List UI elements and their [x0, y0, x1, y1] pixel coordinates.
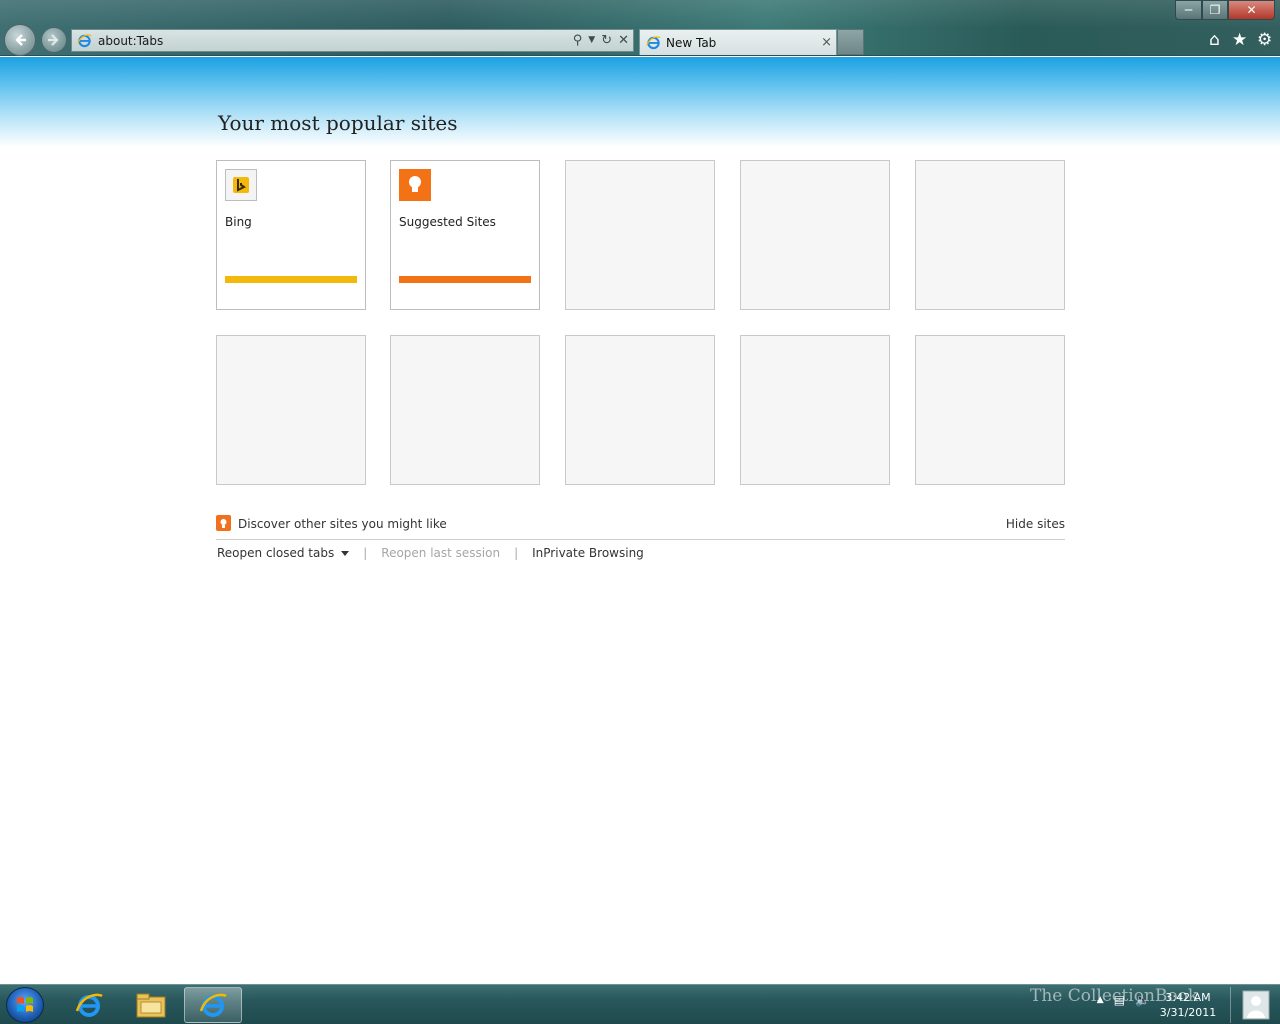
hide-sites-link[interactable]: Hide sites: [1006, 517, 1065, 531]
tile-empty[interactable]: [390, 335, 540, 485]
tile-empty[interactable]: [915, 335, 1065, 485]
tab-new-tab[interactable]: New Tab ×: [639, 29, 837, 55]
home-icon[interactable]: ⌂: [1207, 31, 1222, 49]
page-header-gradient: [0, 57, 1280, 147]
new-tab-button[interactable]: [837, 29, 864, 55]
discover-row: Discover other sites you might like Hide…: [216, 515, 1065, 540]
forward-button[interactable]: [41, 27, 67, 53]
taskbar: ▲ ▤ 🔈 3:42 AM 3/31/2011: [0, 984, 1280, 1024]
refresh-icon[interactable]: ↻: [601, 33, 612, 48]
reopen-last-session-link: Reopen last session: [381, 546, 501, 560]
address-input[interactable]: [98, 33, 558, 48]
tile-usage-bar: [225, 276, 357, 283]
tools-icon[interactable]: ⚙: [1257, 31, 1272, 49]
inprivate-browsing-link[interactable]: InPrivate Browsing: [532, 546, 644, 560]
tile-bing[interactable]: Bing: [216, 160, 366, 310]
back-arrow-icon: [15, 34, 26, 46]
close-button[interactable]: ✕: [1228, 0, 1275, 20]
tile-empty[interactable]: [565, 160, 715, 310]
system-tray: ▲ ▤ 🔈: [1097, 993, 1150, 1007]
tab-close-icon[interactable]: ×: [821, 35, 832, 50]
bing-icon: [225, 169, 257, 201]
windows-explorer-icon: [136, 993, 166, 1018]
back-button[interactable]: [4, 24, 36, 56]
clock-time: 3:42 AM: [1165, 991, 1211, 1004]
internet-explorer-icon: [75, 993, 103, 1017]
reopen-closed-tabs-link[interactable]: Reopen closed tabs: [217, 546, 350, 560]
tile-label: Bing: [225, 215, 252, 229]
window-controls: ─ ❐ ✕: [1175, 0, 1275, 20]
search-icon[interactable]: ⚲: [573, 33, 583, 48]
separator: |: [514, 546, 519, 560]
volume-icon[interactable]: 🔈: [1135, 993, 1150, 1007]
tile-empty[interactable]: [216, 335, 366, 485]
command-icons: ⌂ ★ ⚙: [1207, 31, 1272, 49]
minimize-button[interactable]: ─: [1175, 0, 1202, 20]
tile-empty[interactable]: [565, 335, 715, 485]
tile-empty[interactable]: [915, 160, 1065, 310]
ie-page-icon: [77, 34, 92, 48]
suggested-sites-icon: [399, 169, 431, 201]
ie-tab-icon: [646, 36, 661, 50]
taskbar-explorer[interactable]: [122, 987, 180, 1023]
tile-empty[interactable]: [740, 160, 890, 310]
tile-empty[interactable]: [740, 335, 890, 485]
user-avatar-icon: [1242, 990, 1269, 1020]
address-bar[interactable]: ⚲ ▼ ↻ ✕: [71, 29, 634, 52]
tile-usage-bar: [399, 276, 531, 283]
tile-label: Suggested Sites: [399, 215, 496, 229]
tab-title: New Tab: [666, 35, 717, 50]
taskbar-ie-active[interactable]: [184, 987, 242, 1023]
favorites-icon[interactable]: ★: [1232, 31, 1247, 49]
user-avatar-button[interactable]: [1230, 987, 1280, 1023]
taskbar-ie-pinned[interactable]: [60, 987, 118, 1023]
tile-suggested-sites[interactable]: Suggested Sites: [390, 160, 540, 310]
network-icon[interactable]: ▤: [1114, 993, 1125, 1007]
clock[interactable]: 3:42 AM 3/31/2011: [1158, 990, 1218, 1020]
discover-link[interactable]: Discover other sites you might like: [238, 517, 447, 531]
stop-icon[interactable]: ✕: [618, 33, 629, 48]
maximize-button[interactable]: ❐: [1202, 0, 1228, 20]
windows-logo-icon: [17, 997, 33, 1012]
tab-links-row: Reopen closed tabs | Reopen last session…: [217, 546, 644, 560]
internet-explorer-icon: [199, 993, 227, 1017]
chevron-down-icon: [341, 551, 350, 556]
page-title: Your most popular sites: [218, 111, 458, 135]
tray-expand-icon[interactable]: ▲: [1097, 995, 1104, 1005]
start-button[interactable]: [6, 987, 44, 1023]
separator: |: [363, 546, 368, 560]
reopen-closed-tabs-label: Reopen closed tabs: [217, 546, 335, 560]
clock-date: 3/31/2011: [1159, 1006, 1217, 1019]
dropdown-icon[interactable]: ▼: [588, 33, 595, 48]
suggested-sites-icon: [216, 515, 231, 531]
forward-arrow-icon: [48, 34, 59, 46]
